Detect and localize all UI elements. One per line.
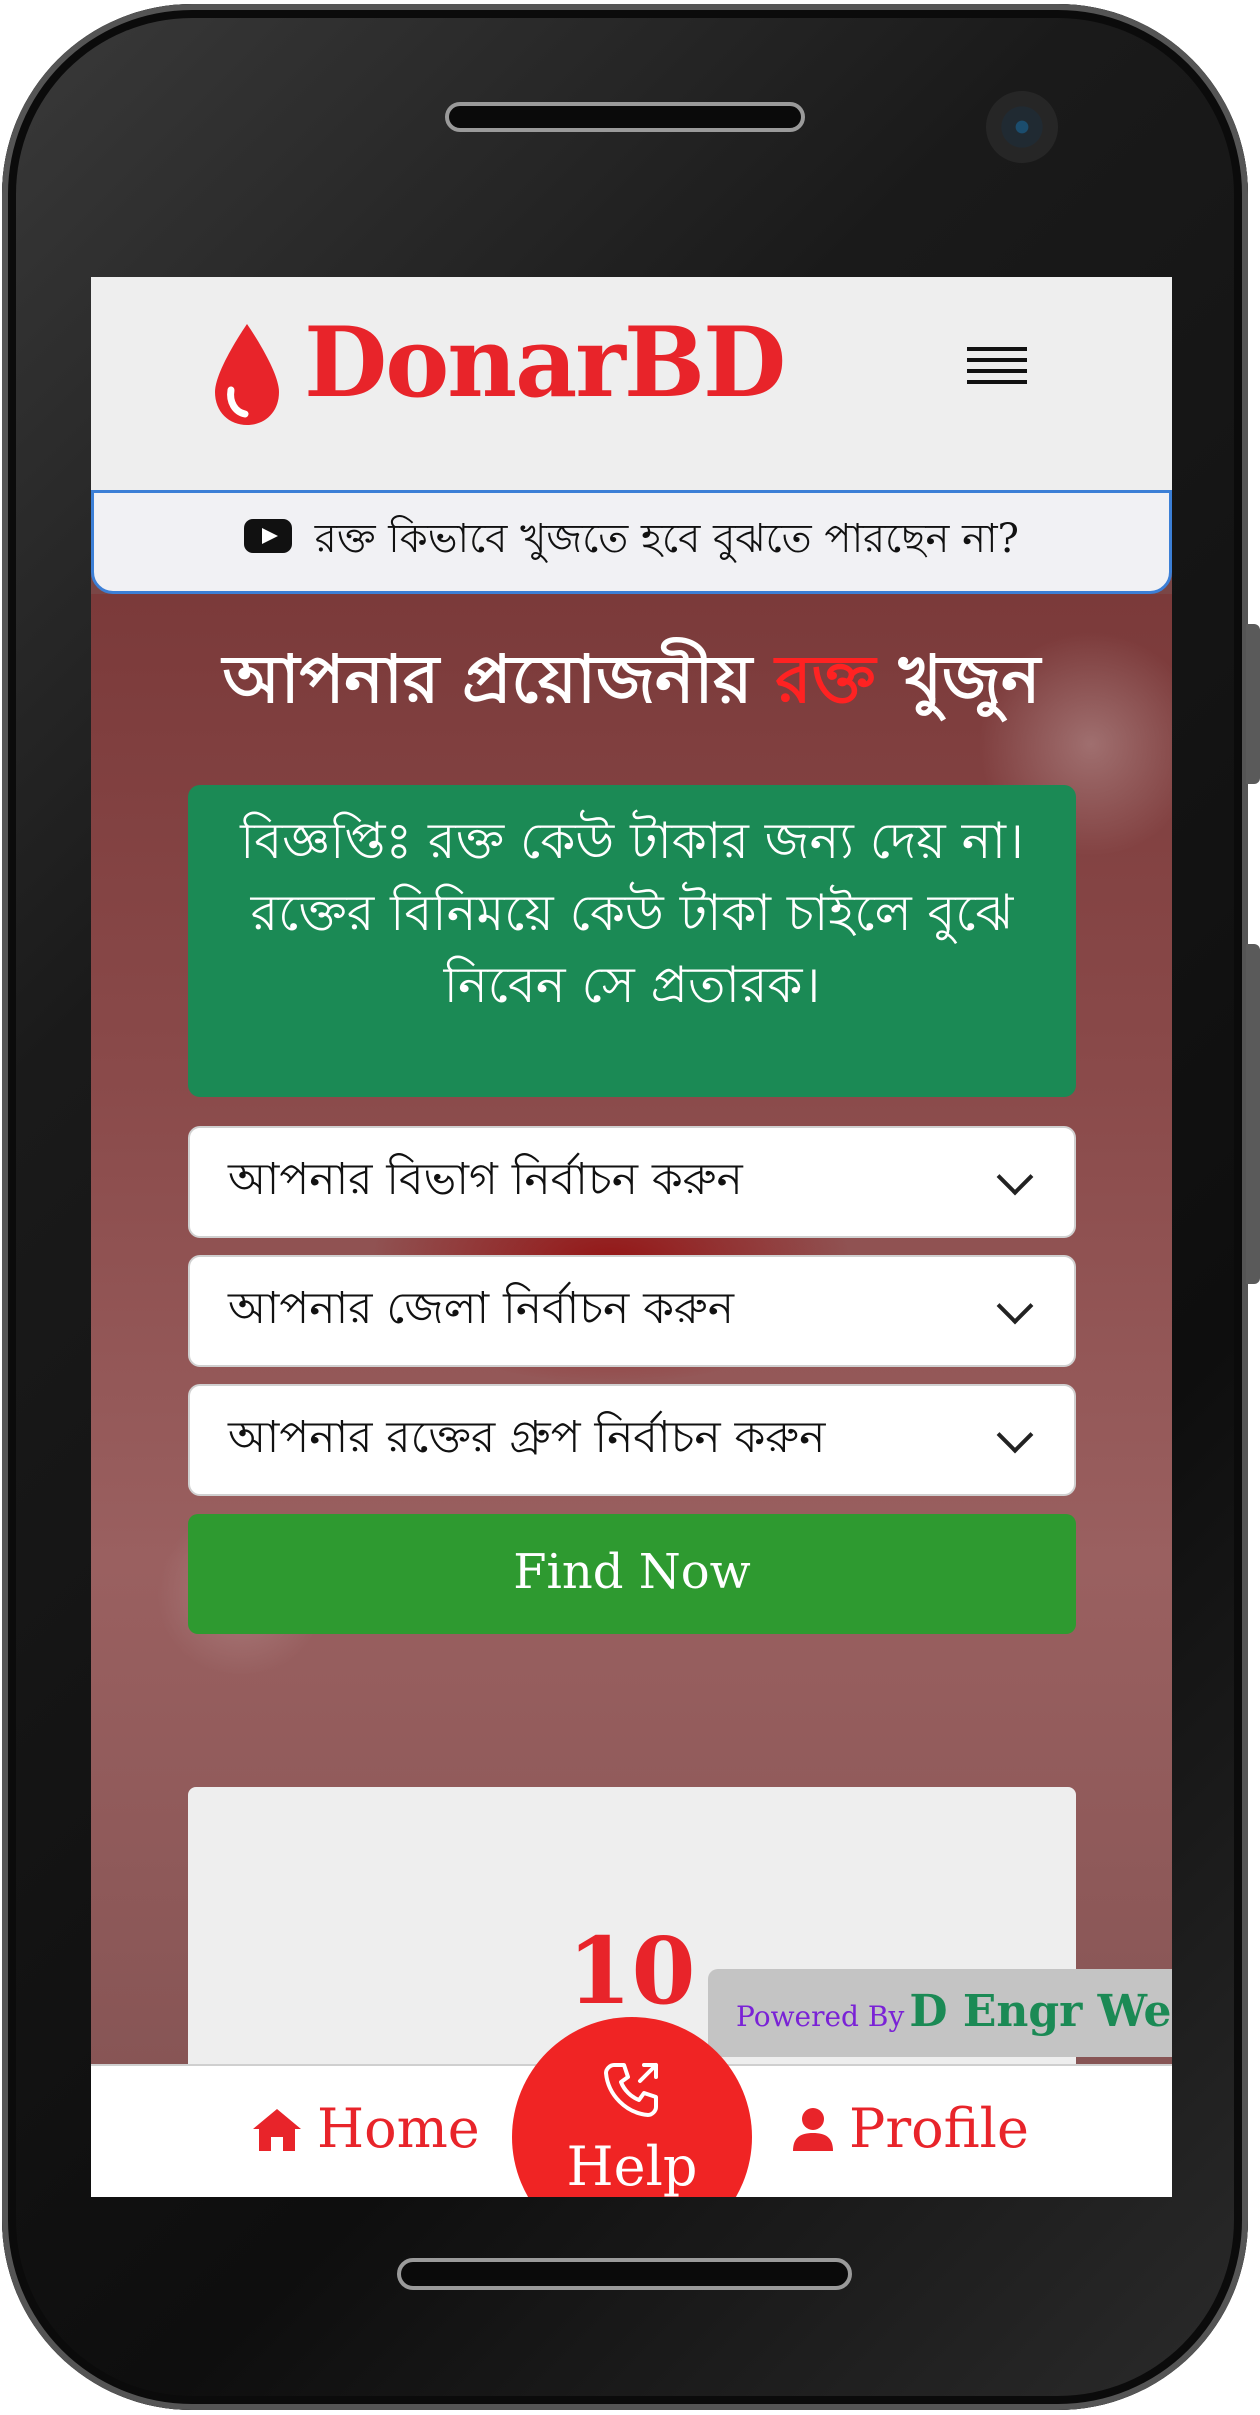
home-icon	[253, 2109, 301, 2151]
app-header: DonarBD	[91, 277, 1172, 490]
division-select-value: আপনার বিভাগ নির্বাচন করুন	[228, 1154, 743, 1205]
front-camera	[986, 91, 1058, 163]
power-button	[1246, 944, 1260, 1284]
powered-by-badge[interactable]: Powered By D Engr Web	[708, 1969, 1172, 2057]
powered-by-name: D Engr Web	[909, 1986, 1172, 2037]
nav-profile-label: Profile	[849, 2097, 1029, 2160]
blood-group-select-value: আপনার রক্তের গ্রুপ নির্বাচন করুন	[228, 1412, 826, 1463]
hero-title-part2: খুজুন	[875, 640, 1041, 718]
hero-title-accent: রক্ত	[775, 640, 876, 718]
district-select[interactable]: আপনার জেলা নির্বাচন করুন	[188, 1255, 1076, 1367]
powered-by-prefix: Powered By	[736, 2000, 905, 2033]
blood-drop-icon	[215, 324, 279, 425]
chevron-down-icon	[996, 1287, 1034, 1325]
volume-button	[1246, 624, 1260, 784]
brand-logo-text[interactable]: DonarBD	[304, 315, 786, 411]
district-select-value: আপনার জেলা নির্বাচন করুন	[228, 1283, 735, 1334]
hamburger-menu-icon[interactable]	[967, 347, 1027, 401]
hero-title-part1: আপনার প্রয়োজনীয়	[222, 640, 776, 718]
phone-call-icon	[604, 2063, 658, 2117]
help-label: Help	[566, 2135, 698, 2197]
notice-banner: বিজ্ঞপ্তিঃ রক্ত কেউ টাকার জন্য দেয় না। …	[188, 785, 1076, 1097]
bottom-speaker	[397, 2258, 852, 2290]
tutorial-video-text: রক্ত কিভাবে খুজতে হবে বুঝতে পারছেন না?	[314, 516, 1019, 562]
youtube-icon	[243, 519, 292, 553]
nav-profile[interactable]: Profile	[791, 2096, 1029, 2162]
hero-title: আপনার প্রয়োজনীয় রক্ত খুজুন	[91, 629, 1172, 739]
tutorial-video-link[interactable]: রক্ত কিভাবে খুজতে হবে বুঝতে পারছেন না?	[91, 490, 1172, 594]
user-icon	[793, 2108, 833, 2151]
notice-text: বিজ্ঞপ্তিঃ রক্ত কেউ টাকার জন্য দেয় না। …	[240, 812, 1024, 1014]
blood-group-select[interactable]: আপনার রক্তের গ্রুপ নির্বাচন করুন	[188, 1384, 1076, 1496]
chevron-down-icon	[996, 1158, 1034, 1196]
nav-home-label: Home	[317, 2097, 480, 2160]
division-select[interactable]: আপনার বিভাগ নির্বাচন করুন	[188, 1126, 1076, 1238]
app-screen: DonarBD রক্ত কিভাবে খুজতে হবে বুঝতে পারছ…	[91, 277, 1172, 2197]
phone-frame: DonarBD রক্ত কিভাবে খুজতে হবে বুঝতে পারছ…	[2, 4, 1260, 2410]
chevron-down-icon	[996, 1416, 1034, 1454]
earpiece-speaker	[445, 102, 805, 132]
nav-home[interactable]: Home	[251, 2096, 480, 2162]
find-now-button[interactable]: Find Now	[188, 1514, 1076, 1634]
